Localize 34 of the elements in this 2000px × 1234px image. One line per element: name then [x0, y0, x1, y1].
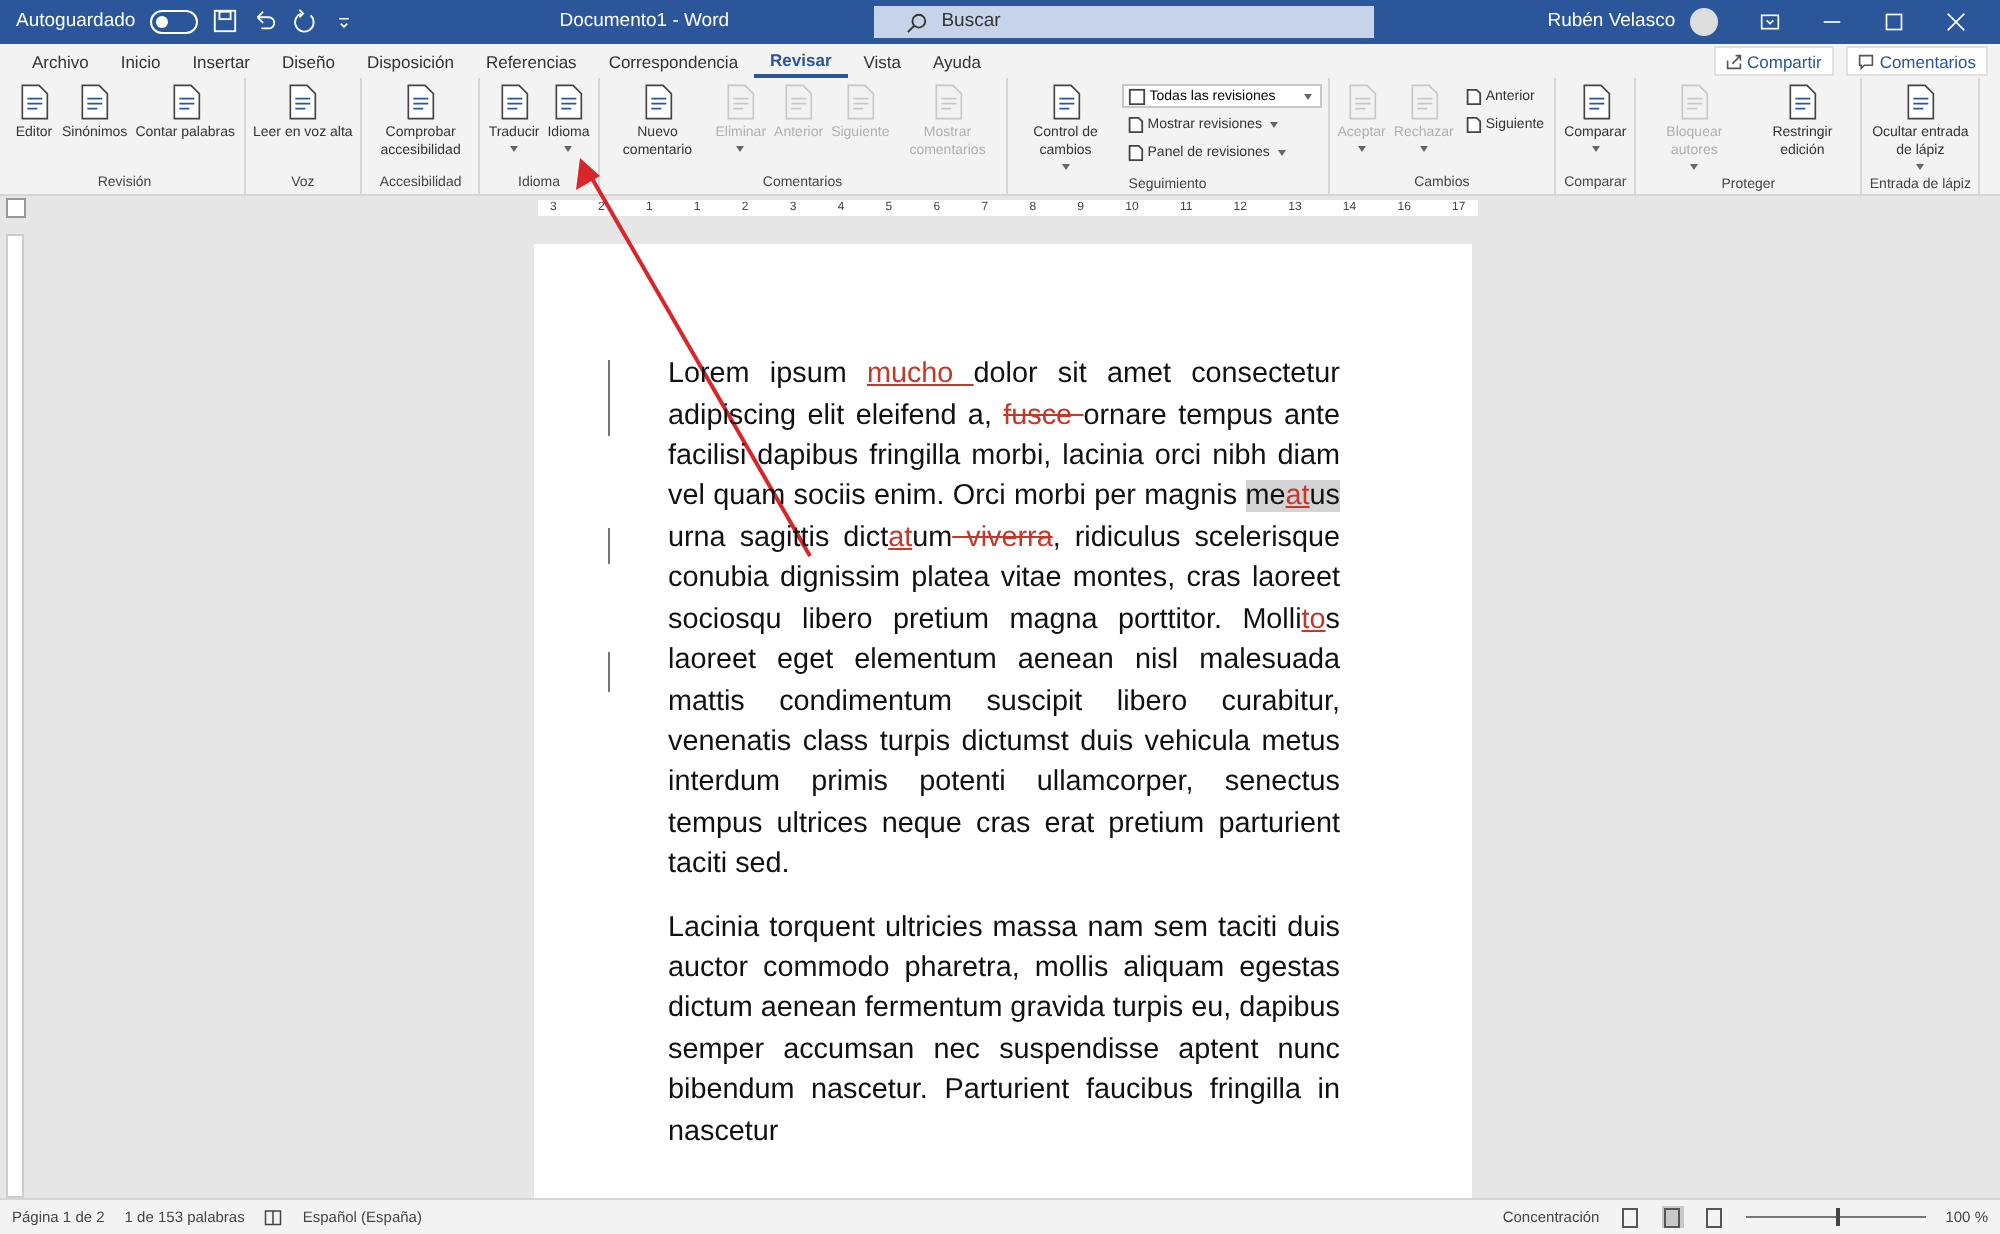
- search-field[interactable]: Buscar: [873, 5, 1374, 38]
- search-icon: [905, 11, 928, 34]
- share-icon: [1725, 53, 1741, 70]
- save-icon[interactable]: [211, 8, 238, 35]
- maximize-icon[interactable]: [1883, 11, 1904, 32]
- window-title: Documento1 - Word: [559, 10, 732, 33]
- ribbon-tab[interactable]: Insertar: [176, 45, 267, 78]
- autosave-label: Autoguardado: [16, 10, 136, 33]
- comment-icon: [1857, 53, 1874, 70]
- ribbon-tab[interactable]: Vista: [847, 45, 918, 78]
- ribbon-tab[interactable]: Diseño: [266, 45, 351, 78]
- undo-icon[interactable]: [251, 8, 278, 35]
- ribbon-tab[interactable]: Correspondencia: [592, 45, 755, 78]
- share-button[interactable]: Compartir: [1713, 46, 1834, 77]
- body-paragraph: Lacinia torquent ultricies massa nam sem taciti duis auctor commodo pharetra, mollis aliquam egestas dictum aenean fermentum gravida turpis eu, dapibus semper accumsan nec suspendisse aptent nunc bibendum nascetur. Parturient faucibus fringilla in nascetur: [668, 909, 1340, 1152]
- view-mode-icon[interactable]: [1661, 1206, 1684, 1229]
- ribbon-tab[interactable]: Disposición: [350, 45, 470, 78]
- view-mode-icon[interactable]: [1619, 1206, 1642, 1229]
- view-mode-icon[interactable]: [1703, 1206, 1726, 1229]
- ribbon-tab[interactable]: Archivo: [16, 45, 105, 78]
- book-icon[interactable]: [264, 1208, 283, 1227]
- comments-button[interactable]: Comentarios: [1845, 46, 1988, 77]
- autosave-toggle[interactable]: [149, 9, 198, 34]
- zoom-thumb[interactable]: [1835, 1208, 1840, 1227]
- close-icon[interactable]: [1945, 11, 1966, 32]
- markup-icon: [1127, 87, 1146, 106]
- user-name: Rubén Velasco: [1547, 10, 1676, 33]
- ribbon-display-icon[interactable]: [1759, 11, 1780, 32]
- ribbon-tab[interactable]: Referencias: [469, 45, 593, 78]
- avatar-circle[interactable]: [1689, 7, 1718, 36]
- tab-selector[interactable]: [6, 197, 26, 218]
- redo-icon[interactable]: [291, 8, 318, 35]
- ribbon-tab[interactable]: Inicio: [104, 45, 177, 78]
- ribbon-tab[interactable]: Ayuda: [917, 45, 997, 78]
